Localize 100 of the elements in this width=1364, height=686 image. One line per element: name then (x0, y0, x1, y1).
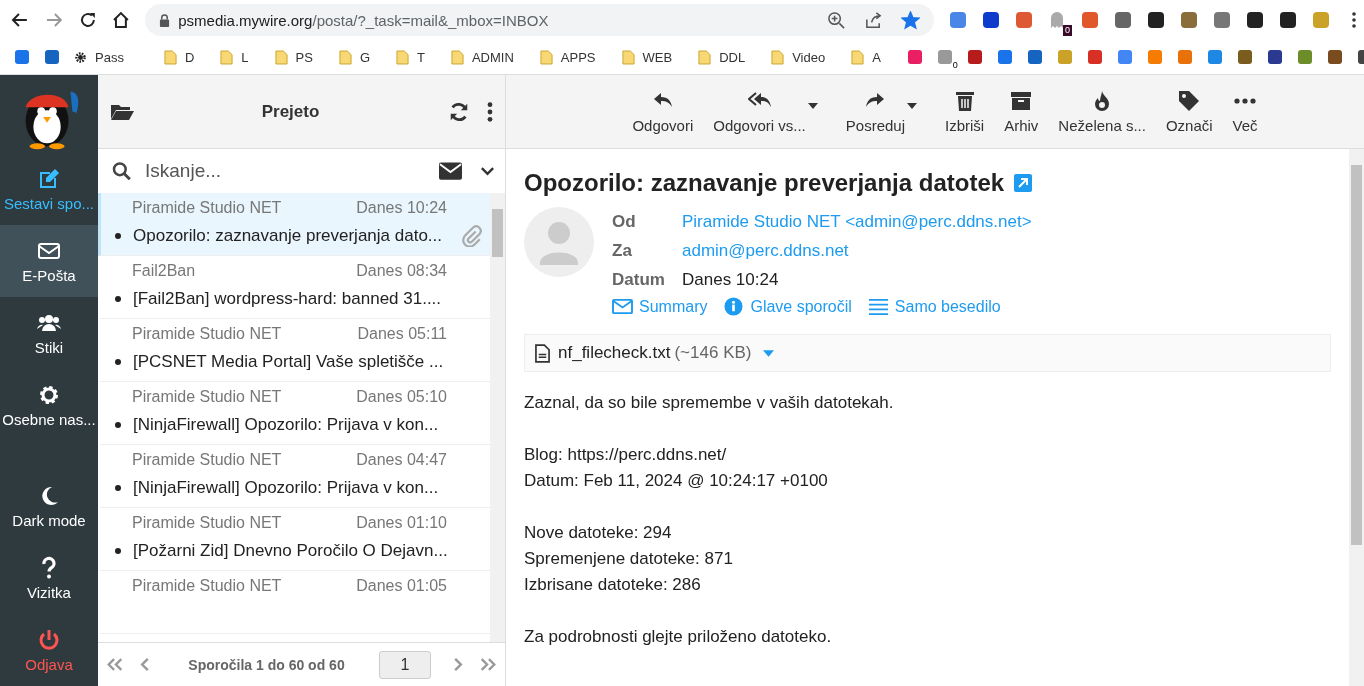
nav-item[interactable]: Stiki (0, 297, 98, 369)
bookmark-folder[interactable]: WEB (621, 49, 673, 65)
bookmark-icon[interactable] (1026, 49, 1043, 65)
page-number-field[interactable]: 1 (379, 650, 431, 679)
toolbar-button[interactable]: Neželena s... (1052, 89, 1152, 134)
bookmark-icon[interactable] (44, 49, 60, 65)
bookmark-folder[interactable]: L (220, 49, 249, 65)
extension-icon[interactable] (1278, 10, 1298, 30)
message-subject: [Požarni Zid] Dnevno Poročilo O Dejavn... (133, 541, 449, 561)
scrollbar[interactable] (1349, 149, 1364, 686)
header-label: Datum (612, 269, 666, 290)
bookmark-folder[interactable]: Video (771, 49, 826, 65)
bookmark-icon[interactable] (996, 49, 1013, 65)
bookmark-icon[interactable] (906, 49, 923, 65)
bookmark-icon[interactable] (966, 49, 983, 65)
message-date: Danes 01:10 (356, 514, 447, 532)
last-page-icon[interactable] (479, 657, 497, 672)
message-subject: [Fail2Ban] wordpress-hard: banned 31.... (133, 289, 443, 309)
message-sender: Piramide Studio NET (132, 514, 283, 532)
toolbar-button[interactable]: Več (1226, 89, 1264, 134)
bookmark-folder[interactable]: A (851, 49, 881, 65)
nav-item[interactable]: E-Pošta (0, 225, 98, 297)
body-text: Zaznal, da so bile spremembe v vaših datotekah. (524, 392, 895, 414)
folder-icon (338, 49, 352, 65)
zoom-icon[interactable] (827, 10, 846, 30)
message-date: Danes 04:47 (356, 451, 447, 469)
message-subject: [NinjaFirewall] Opozorilo: Prijava v kon... (133, 415, 440, 435)
avatar-placeholder (524, 207, 594, 277)
message-count: Sporočila 1 do 60 od 60 (187, 656, 346, 673)
search-icon (110, 161, 133, 181)
scrollbar[interactable] (490, 193, 505, 642)
message-title: Opozorilo: zaznavanje preverjanja datotek (524, 169, 1005, 197)
body-text: Spremenjene datoteke: 871 (524, 548, 734, 570)
body-text: Za podrobnosti glejte priloženo datoteko. (524, 626, 833, 648)
lock-icon (159, 13, 171, 27)
first-page-icon[interactable] (106, 657, 124, 672)
bookmark-folder[interactable]: DDL (698, 49, 746, 65)
message-sender: Piramide Studio NET (132, 451, 283, 469)
extension-icon[interactable] (1146, 10, 1166, 30)
bookmark-folder[interactable]: D (163, 49, 195, 65)
toolbar-button[interactable]: Posreduj (839, 89, 907, 134)
toolbar-button[interactable]: Označi (1159, 89, 1219, 134)
message-date: Danes 05:11 (357, 325, 447, 343)
bookmark-link[interactable]: Pass (74, 49, 124, 65)
extension-icon[interactable] (1245, 10, 1265, 30)
message-sender: Piramide Studio NET (132, 325, 283, 343)
folder-title: Prejeto (260, 101, 321, 122)
toolbar-button[interactable]: Izbriši (939, 89, 991, 134)
folder-icon (450, 49, 464, 65)
caret-icon (763, 349, 775, 357)
bookmark-icon[interactable] (14, 49, 30, 65)
open-external-icon[interactable] (1014, 174, 1033, 192)
header-label: Za (612, 240, 633, 261)
message-subject: Opozorilo: zaznavanje preverjanja dato... (133, 226, 443, 246)
bookmark-folder[interactable]: ADMIN (450, 49, 514, 65)
bookmark-icon[interactable] (1326, 49, 1343, 65)
dropdown-caret-icon[interactable] (907, 103, 917, 109)
folder-icon (163, 49, 177, 65)
bookmark-folder[interactable]: APPS (539, 49, 596, 65)
nav-item[interactable]: Vizitka (0, 542, 98, 614)
more-icon (1234, 98, 1257, 104)
body-text: Nove datoteke: 294 (524, 522, 673, 544)
more-icon[interactable] (485, 100, 495, 123)
bookmark-folder[interactable]: T (396, 49, 425, 65)
message-date: Danes 01:05 (356, 577, 447, 595)
folder-icon (698, 49, 712, 65)
message-row[interactable]: Piramide Studio NET Danes 10:24 Opozorilo: zaznavanje preverjanja dato... (98, 193, 490, 256)
bookmark-folder[interactable]: G (338, 49, 370, 65)
message-sender: Piramide Studio NET (132, 199, 283, 217)
message-sender: Piramide Studio NET (132, 388, 283, 406)
nav-item[interactable]: Dark mode (0, 470, 98, 542)
gear-icon (74, 49, 87, 65)
pencil-square-icon (37, 166, 61, 191)
power-icon (37, 627, 61, 652)
bookmark-folder[interactable]: PS (274, 49, 313, 65)
chevron-down-icon[interactable] (480, 166, 495, 176)
bookmark-icon[interactable] (1266, 49, 1283, 65)
dropdown-caret-icon[interactable] (807, 103, 818, 109)
folder-icon (539, 49, 553, 65)
archive-box-icon (1009, 89, 1034, 113)
bookmark-icon[interactable] (1236, 49, 1253, 65)
message-date: Danes 10:24 (356, 199, 447, 217)
share-icon[interactable] (864, 10, 883, 30)
extension-icon[interactable] (981, 10, 1001, 30)
bookmark-icon[interactable] (1086, 49, 1103, 65)
nav-item[interactable]: Odjava (0, 614, 98, 686)
address-bar[interactable]: psmedia.mywire.org/posta/?_task=mail&_mbox=INBOX (145, 4, 934, 36)
message-date: Danes 08:34 (356, 262, 447, 280)
file-icon (535, 343, 550, 363)
search-field[interactable]: Iskanje... (143, 159, 429, 183)
folder-icon (396, 49, 409, 65)
attachment-item[interactable]: nf_filecheck.txt (~146 KB) (524, 334, 1331, 372)
toolbar-button[interactable]: Odgovori vs... (707, 89, 808, 134)
star-icon[interactable] (901, 10, 920, 30)
toolbar-button[interactable]: Odgovori (626, 89, 700, 134)
toolbar-button[interactable]: Arhiv (998, 89, 1045, 134)
envelope-icon[interactable] (439, 161, 462, 181)
nav-item[interactable]: Osebne nas... (0, 369, 98, 441)
nav-item[interactable]: Sestavi spo... (0, 153, 98, 225)
envelope-icon (612, 297, 633, 316)
